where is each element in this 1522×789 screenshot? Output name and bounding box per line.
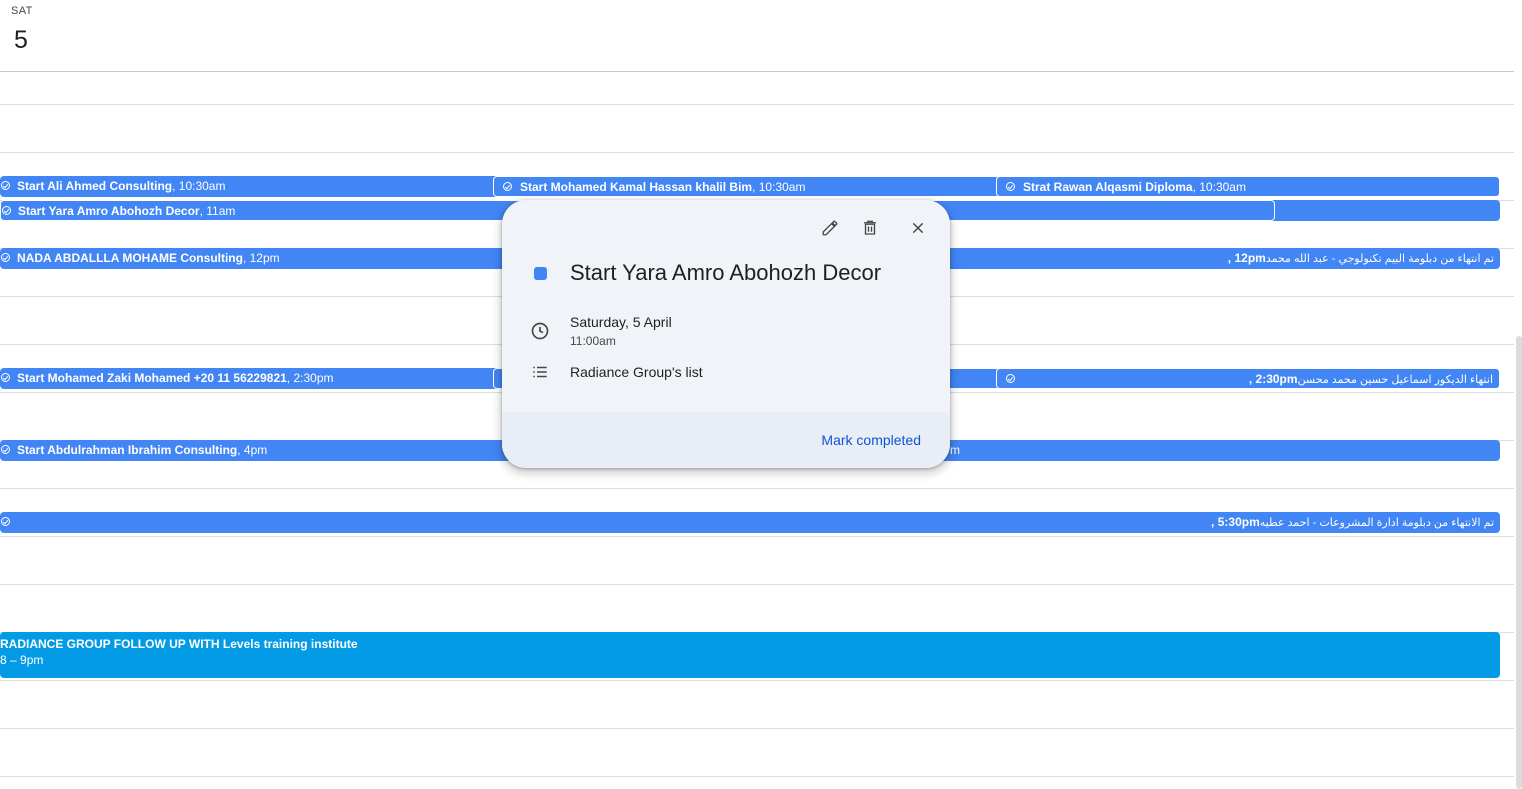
popup-task-list: Radiance Group's list xyxy=(570,364,703,380)
close-icon xyxy=(912,222,924,234)
hour-line xyxy=(0,104,1514,105)
hour-line xyxy=(0,152,1514,153)
event-time: 8 – 9pm xyxy=(0,653,44,667)
task-check-icon xyxy=(1,253,10,262)
trash-icon xyxy=(864,220,876,235)
task-event[interactable]: Strat Rawan Alqasmi Diploma, 10:30am xyxy=(996,176,1500,197)
day-number[interactable]: 5 xyxy=(14,26,28,55)
task-event-rtl-label: انتهاء الديكور اسماعيل حسين محمد محسن2:3… xyxy=(1248,372,1493,386)
hour-line xyxy=(0,488,1514,489)
close-button[interactable] xyxy=(902,212,934,244)
day-header: SAT 5 xyxy=(0,0,1514,72)
task-event[interactable]: Start Mohamed Zaki Mohamed +20 11 562298… xyxy=(0,368,500,389)
hour-line xyxy=(0,680,1514,681)
day-name: SAT xyxy=(11,5,33,17)
event-title: RADIANCE GROUP FOLLOW UP WITH Levels tra… xyxy=(0,637,358,651)
hour-line xyxy=(0,536,1514,537)
task-color-swatch xyxy=(534,267,547,280)
clock-icon xyxy=(531,322,549,340)
edit-button[interactable] xyxy=(814,212,846,244)
task-details-popup: Start Yara Amro Abohozh Decor Saturday, … xyxy=(502,200,950,468)
task-event[interactable]: تم الانتهاء من دبلومة ادارة المشروعات - … xyxy=(0,512,1500,533)
task-check-icon xyxy=(1,445,10,454)
popup-time: 11:00am xyxy=(570,334,616,348)
task-event[interactable]: Start Ali Ahmed Consulting, 10:30am xyxy=(0,176,500,197)
hour-line xyxy=(0,776,1514,777)
mark-completed-button[interactable]: Mark completed xyxy=(821,432,921,448)
scrollbar[interactable] xyxy=(1516,336,1522,789)
task-event-rtl-label: تم انتهاء من دبلومة البيم تكنولوجي - عبد… xyxy=(1227,251,1494,265)
list-icon xyxy=(533,366,547,378)
task-check-icon xyxy=(1006,374,1015,383)
popup-footer: Mark completed xyxy=(502,412,950,468)
task-event[interactable]: انتهاء الديكور اسماعيل حسين محمد محسن2:3… xyxy=(996,368,1500,389)
delete-button[interactable] xyxy=(854,212,886,244)
hour-line xyxy=(0,584,1514,585)
task-event[interactable]: Start Mohamed Kamal Hassan khalil Bim, 1… xyxy=(493,176,1001,197)
popup-date: Saturday, 5 April xyxy=(570,314,672,330)
pencil-icon xyxy=(822,220,838,236)
task-check-icon xyxy=(1,373,10,382)
task-check-icon xyxy=(503,182,512,191)
task-check-icon xyxy=(1,517,10,526)
task-check-icon xyxy=(1006,182,1015,191)
popup-title: Start Yara Amro Abohozh Decor xyxy=(570,260,882,285)
calendar-event[interactable]: RADIANCE GROUP FOLLOW UP WITH Levels tra… xyxy=(0,632,1500,678)
task-check-icon xyxy=(1,181,10,190)
hour-line xyxy=(0,728,1514,729)
task-event-rtl-label: تم الانتهاء من دبلومة ادارة المشروعات - … xyxy=(1211,515,1494,529)
task-check-icon xyxy=(2,206,11,215)
